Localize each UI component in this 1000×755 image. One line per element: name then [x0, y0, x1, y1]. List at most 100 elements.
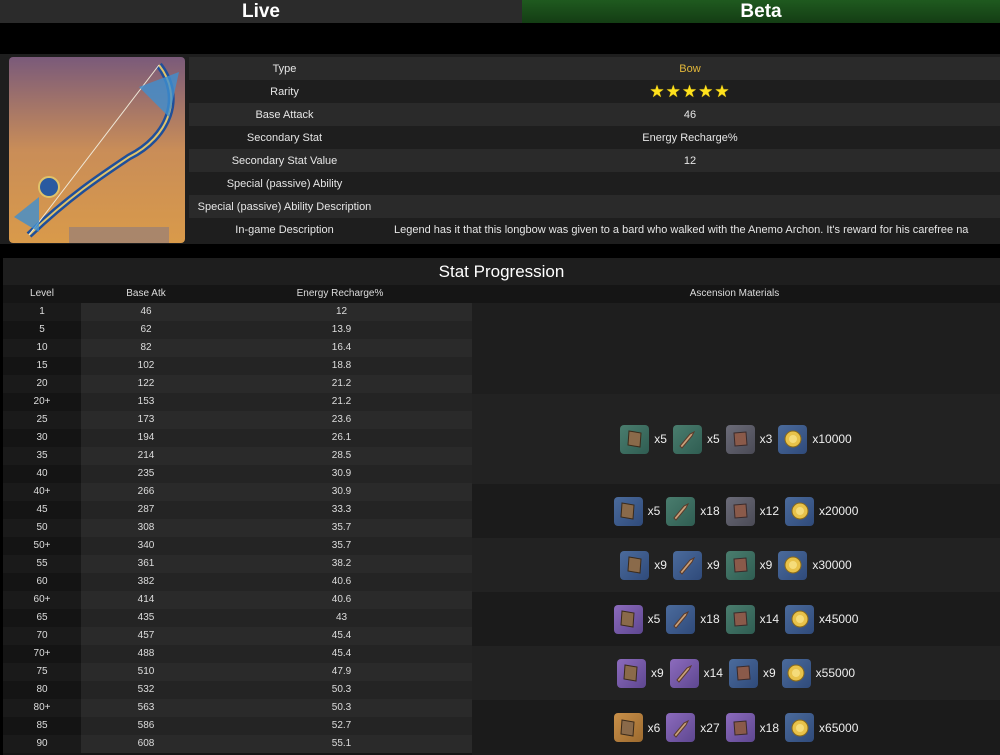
material-amount: x18	[700, 612, 720, 626]
info-row-description: In-game Description Legend has it that t…	[189, 218, 1000, 241]
level-cell: 80+	[33, 702, 51, 713]
table-row: 85 586 52.7	[3, 717, 472, 735]
table-row: 80 532 50.3	[3, 681, 472, 699]
material-item[interactable]: x5	[613, 496, 661, 526]
material-amount: x65000	[819, 720, 859, 735]
material-icon	[616, 658, 646, 688]
base-atk-cell: 266	[81, 483, 211, 501]
material-item[interactable]: x3	[725, 424, 772, 454]
table-row: 35 214 28.5	[3, 447, 472, 465]
info-row-passive-desc: Special (passive) Ability Description	[189, 195, 1000, 218]
ascension-materials-group: x5 x18 x14 x45000	[472, 592, 1000, 646]
material-item[interactable]: x9	[672, 550, 720, 580]
material-item[interactable]: x14	[725, 604, 779, 634]
energy-recharge-cell: 43	[211, 609, 472, 627]
material-item[interactable]: x18	[725, 713, 780, 742]
material-item[interactable]: x14	[669, 658, 723, 688]
stat-table: 1 46 12 5 62 13.9 10 82 16.4 15 102 18.8 20 122 21.2 20…	[3, 303, 472, 753]
material-icon	[725, 550, 755, 580]
mora-item[interactable]: x65000	[785, 713, 858, 742]
weapon-image	[9, 57, 185, 243]
material-amount: x55000	[815, 666, 856, 680]
level-cell: 20+	[33, 396, 51, 407]
material-item[interactable]: x9	[616, 658, 664, 688]
info-label: Special (passive) Ability	[189, 172, 380, 195]
level-cell: 60	[36, 576, 48, 587]
material-icon	[725, 713, 755, 742]
material-amount: x18	[759, 720, 780, 735]
material-item[interactable]: x5	[613, 604, 660, 634]
tab-beta[interactable]: Beta	[522, 0, 1000, 23]
material-icon	[613, 604, 643, 634]
energy-recharge-cell: 35.7	[211, 537, 472, 555]
energy-recharge-cell: 30.9	[211, 465, 472, 483]
table-row: 20+ 153 21.2	[3, 393, 472, 411]
stat-header-row: Level Base Atk Energy Recharge% Ascensio…	[3, 285, 1000, 303]
mora-item[interactable]: x20000	[785, 496, 858, 526]
mora-item[interactable]: x10000	[778, 424, 852, 454]
weapon-info: Type Bow Rarity ★★★★★ Base Attack 46 Sec…	[0, 54, 1000, 244]
base-atk-cell: 214	[81, 447, 211, 465]
energy-recharge-cell: 50.3	[211, 681, 472, 699]
energy-recharge-cell: 28.5	[211, 447, 472, 465]
mora-coin-icon	[778, 550, 808, 580]
tab-live[interactable]: Live	[0, 0, 522, 23]
level-cell: 75	[36, 666, 48, 677]
material-item[interactable]: x9	[728, 658, 776, 688]
section-title: Stat Progression	[3, 258, 1000, 285]
mora-item[interactable]: x55000	[781, 658, 856, 688]
material-item[interactable]: x5	[620, 424, 667, 454]
material-icon	[725, 496, 755, 526]
mora-item[interactable]: x45000	[785, 604, 859, 634]
energy-recharge-cell: 45.4	[211, 627, 472, 645]
base-atk-cell: 532	[81, 681, 211, 699]
material-icon	[613, 713, 643, 742]
material-icon	[666, 496, 696, 526]
header-ascension-materials: Ascension Materials	[689, 288, 780, 299]
base-attack-value: 46	[380, 103, 1000, 126]
base-atk-cell: 308	[81, 519, 211, 537]
energy-recharge-cell: 35.7	[211, 519, 472, 537]
material-item[interactable]: x5	[672, 424, 720, 454]
base-atk-cell: 173	[81, 411, 211, 429]
base-atk-cell: 563	[81, 699, 211, 717]
info-row-secondary-stat-value: Secondary Stat Value 12	[189, 149, 1000, 172]
table-row: 20 122 21.2	[3, 375, 472, 393]
ascension-materials-group: x9 x9 x9 x30000	[472, 538, 1000, 592]
level-cell: 1	[39, 306, 45, 317]
level-cell: 5	[39, 324, 45, 335]
material-item[interactable]: x6	[613, 713, 660, 742]
material-amount: x9	[650, 666, 664, 680]
base-atk-cell: 361	[81, 555, 211, 573]
stat-progression: Stat Progression Level Base Atk Energy R…	[3, 258, 1000, 755]
material-icon	[666, 713, 696, 742]
material-item[interactable]: x12	[725, 496, 779, 526]
ascension-materials-group: x9 x14 x9 x55000	[472, 646, 1000, 700]
material-item[interactable]: x18	[666, 496, 720, 526]
material-item[interactable]: x18	[666, 604, 720, 634]
level-cell: 25	[36, 414, 48, 425]
base-atk-cell: 235	[81, 465, 211, 483]
material-item[interactable]: x27	[666, 713, 720, 742]
energy-recharge-cell: 38.2	[211, 555, 472, 573]
table-row: 40+ 266 30.9	[3, 483, 472, 501]
info-table: Type Bow Rarity ★★★★★ Base Attack 46 Sec…	[189, 57, 1000, 241]
table-row: 60+ 414 40.6	[3, 591, 472, 609]
mora-item[interactable]: x30000	[778, 550, 852, 580]
base-atk-cell: 586	[81, 717, 211, 735]
material-amount: x45000	[819, 612, 859, 626]
header-base-atk: Base Atk	[126, 288, 166, 299]
energy-recharge-cell: 18.8	[211, 357, 472, 375]
material-item[interactable]: x9	[725, 550, 772, 580]
material-icon	[725, 604, 755, 634]
secondary-stat-number: 12	[380, 149, 1000, 172]
material-item[interactable]: x9	[620, 550, 667, 580]
material-amount: x5	[647, 504, 661, 518]
base-atk-cell: 340	[81, 537, 211, 555]
mora-coin-icon	[785, 496, 815, 526]
info-label: Secondary Stat Value	[189, 149, 380, 172]
material-amount: x9	[654, 558, 667, 572]
table-row: 70+ 488 45.4	[3, 645, 472, 663]
level-cell: 60+	[33, 594, 51, 605]
material-icon	[672, 424, 702, 454]
